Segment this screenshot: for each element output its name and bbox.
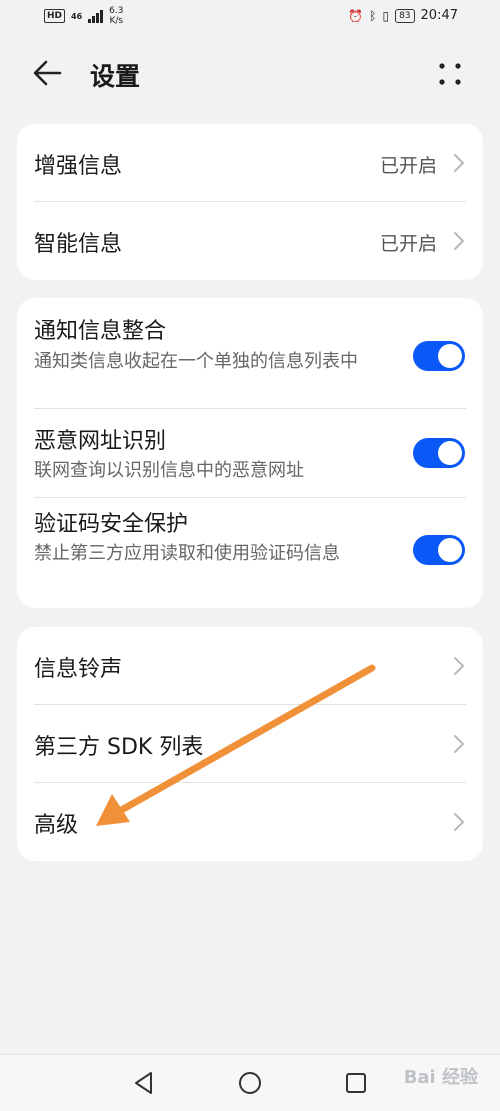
toggle-knob xyxy=(438,538,462,562)
status-bar: HD 46 6.3 K/s ⏰ ᛒ ▯ 83 20:47 xyxy=(0,0,500,34)
chevron-right-icon xyxy=(454,813,464,831)
vibrate-icon: ▯ xyxy=(382,8,390,23)
ringtone-row[interactable]: 信息铃声 xyxy=(17,627,483,705)
info-settings-card: 增强信息 已开启 智能信息 已开启 xyxy=(17,124,483,280)
network-type: 46 xyxy=(71,11,83,21)
page-title: 设置 xyxy=(90,62,141,91)
hd-badge: HD xyxy=(44,9,66,23)
malicious-url-row: 恶意网址识别 联网查询以识别信息中的恶意网址 xyxy=(17,409,483,497)
chevron-right-icon xyxy=(454,232,464,250)
system-nav-bar: Bai 经验 xyxy=(0,1054,500,1111)
toggle-knob xyxy=(438,344,462,368)
verification-code-toggle[interactable] xyxy=(413,535,465,565)
bluetooth-icon: ᛒ xyxy=(369,8,377,23)
notification-merge-desc: 通知类信息收起在一个单独的信息列表中 xyxy=(34,351,358,372)
nav-back-icon[interactable] xyxy=(130,1069,158,1097)
status-bar-left: HD 46 6.3 K/s xyxy=(44,6,123,26)
watermark: Bai 经验 xyxy=(403,1067,478,1088)
ringtone-label: 信息铃声 xyxy=(34,657,123,682)
nav-home-icon[interactable] xyxy=(236,1069,264,1097)
chevron-right-icon xyxy=(454,657,464,675)
sdk-list-label: 第三方 SDK 列表 xyxy=(34,735,204,760)
battery-icon: 83 xyxy=(395,8,415,23)
speed-unit: K/s xyxy=(109,16,124,26)
chevron-right-icon xyxy=(454,735,464,753)
more-button[interactable] xyxy=(432,56,468,92)
smart-info-label: 智能信息 xyxy=(34,232,123,257)
back-button[interactable] xyxy=(30,56,66,90)
notification-merge-label: 通知信息整合 xyxy=(34,319,167,344)
verification-code-row: 验证码安全保护 禁止第三方应用读取和使用验证码信息 xyxy=(17,498,483,608)
toggle-knob xyxy=(438,441,462,465)
enhanced-info-row[interactable]: 增强信息 已开启 xyxy=(17,124,483,202)
notification-merge-toggle[interactable] xyxy=(413,341,465,371)
chevron-right-icon xyxy=(454,154,464,172)
signal-icon xyxy=(88,9,104,23)
status-bar-right: ⏰ ᛒ ▯ 83 20:47 xyxy=(348,8,458,23)
malicious-url-label: 恶意网址识别 xyxy=(34,429,167,454)
clock: 20:47 xyxy=(420,8,458,23)
notification-merge-row: 通知信息整合 通知类信息收起在一个单独的信息列表中 xyxy=(17,298,483,408)
nav-recents-icon[interactable] xyxy=(342,1069,370,1097)
settings-screen: HD 46 6.3 K/s ⏰ ᛒ ▯ 83 20:47 设置 增强信息 已开启… xyxy=(0,0,500,1111)
security-settings-card: 通知信息整合 通知类信息收起在一个单独的信息列表中 恶意网址识别 联网查询以识别… xyxy=(17,298,483,608)
advanced-label: 高级 xyxy=(34,813,79,838)
enhanced-info-status: 已开启 xyxy=(379,155,437,177)
malicious-url-desc: 联网查询以识别信息中的恶意网址 xyxy=(34,460,304,481)
more-settings-card: 信息铃声 第三方 SDK 列表 高级 xyxy=(17,627,483,861)
app-header: 设置 xyxy=(0,48,500,98)
battery-level: 83 xyxy=(399,10,411,21)
advanced-row[interactable]: 高级 xyxy=(17,783,483,861)
smart-info-row[interactable]: 智能信息 已开启 xyxy=(17,202,483,280)
enhanced-info-label: 增强信息 xyxy=(34,154,123,179)
more-icon xyxy=(439,63,461,85)
smart-info-status: 已开启 xyxy=(379,233,437,255)
speed-value: 6.3 xyxy=(109,6,124,16)
network-speed: 6.3 K/s xyxy=(109,6,123,26)
verification-code-label: 验证码安全保护 xyxy=(34,512,189,537)
sdk-list-row[interactable]: 第三方 SDK 列表 xyxy=(17,705,483,783)
verification-code-desc: 禁止第三方应用读取和使用验证码信息 xyxy=(34,543,340,564)
alarm-icon: ⏰ xyxy=(348,8,364,23)
malicious-url-toggle[interactable] xyxy=(413,438,465,468)
back-arrow-icon xyxy=(33,60,62,86)
